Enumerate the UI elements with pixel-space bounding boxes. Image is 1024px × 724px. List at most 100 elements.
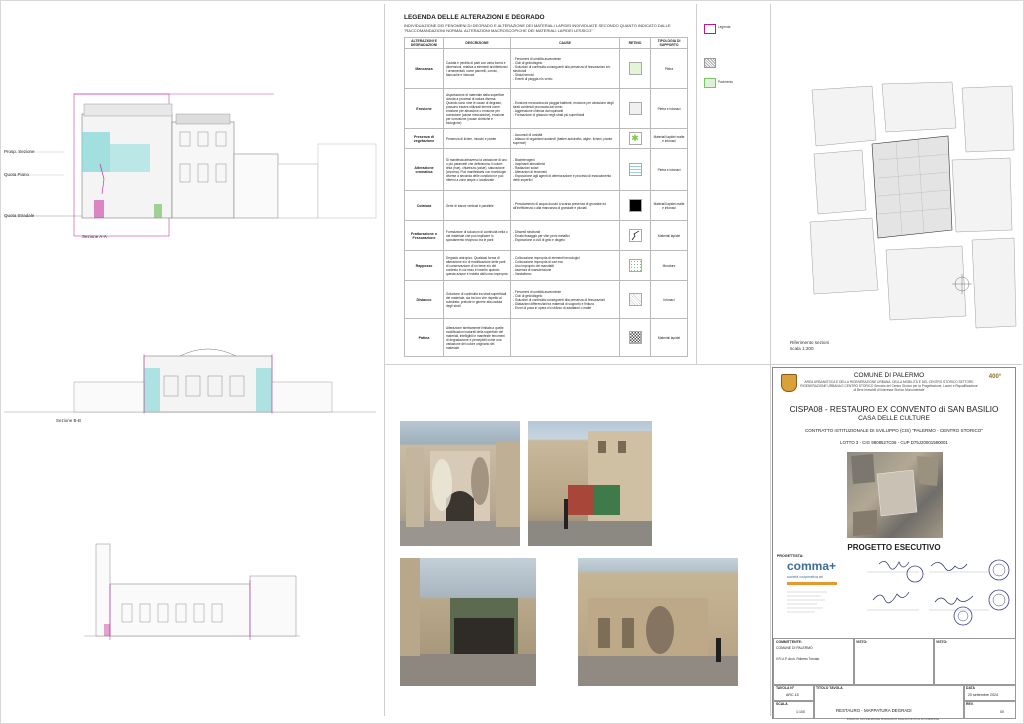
data-label: DATA — [966, 686, 975, 690]
hatch-pattern-swatch — [628, 162, 642, 176]
firm-logo-sub: società cooperativa arl — [787, 575, 823, 579]
legend-causes: - Fenomeni di umidità ascendente - Cicli… — [510, 280, 620, 319]
visto-cell: VISTO: — [853, 638, 935, 686]
legend-header: DESCRIZIONE — [443, 37, 511, 49]
legend-row: Distacco Soluzione di continuità tra stra… — [404, 280, 688, 319]
legend-pattern-cell — [619, 280, 651, 319]
project-subtitle: CASA DELLE CULTURE — [858, 415, 930, 422]
area-description: AREA URBANISTICA E DELLA RIGENERAZIONE U… — [800, 380, 978, 392]
data-value: 20 settembre 2024 — [968, 693, 998, 697]
photo-courtyard-2 — [528, 421, 652, 546]
rup-value: Il R.U.P. Arch. Roberto Tornato — [776, 657, 820, 661]
project-phase: PROGETTO ESECUTIVO — [847, 543, 941, 552]
legend-alteration-name: Patina — [404, 318, 444, 357]
legend-pattern-cell — [619, 88, 651, 129]
legend-support-type: Materiali lapidei — [650, 220, 688, 251]
section-bb-label: Sezione B-B — [56, 418, 82, 423]
legend-alteration-name: Fratturazione o Fessurazione — [404, 220, 444, 251]
section-cc-drawing — [84, 543, 300, 640]
section-aa-drawing — [4, 93, 377, 237]
divider — [770, 4, 771, 716]
legend-support-type: Murature — [650, 250, 688, 281]
committente-label: COMMITTENTE: — [776, 640, 802, 644]
hatch-pattern-swatch — [628, 101, 642, 115]
scala-label: SCALA — [776, 702, 788, 706]
legend-row: Rappezzo Degrado antropico. Qualsiasi for… — [404, 250, 688, 281]
level-label: Prosp. Sezione — [4, 149, 35, 154]
drawings-panel: Prosp. Sezione Quota Piano Quota Stradal… — [4, 4, 380, 716]
progettista-label: PROGETTISTA: — [777, 554, 804, 558]
title-block: 400° COMUNE DI PALERMO AREA URBANISTICA … — [772, 367, 1016, 719]
hatch-pattern-swatch — [628, 330, 642, 344]
comune-title: COMUNE DI PALERMO — [853, 372, 925, 379]
legend-description: Alterazione strettamente limitata a quel… — [443, 318, 511, 357]
site-plan-caption: Riferimento sezioni scala 1:200 — [790, 340, 830, 351]
aerial-photo — [847, 452, 943, 538]
legend-causes: - Accumuli di umidità - Attacco di organ… — [510, 128, 620, 149]
legend-row: Mancanza Caduta e perdita di parti con va… — [404, 48, 688, 89]
lotto-text: LOTTO 3 - CIG 9808527C06 - CUP D75J20001… — [840, 440, 948, 445]
legend-row: Erosione Asportazione di materiale dalla … — [404, 88, 688, 129]
legend-pattern-cell: ✱ — [619, 128, 651, 149]
site-plan-svg — [802, 80, 1018, 332]
firm-credits — [787, 590, 835, 622]
legend-row: Alterazione cromatica Si manifesta attrav… — [404, 148, 688, 191]
anniversary-logo-icon: 400° — [988, 374, 1002, 380]
legend-support-type: Materiali lapidei malte e intonaci — [650, 128, 688, 149]
hatch-pattern-swatch — [628, 198, 642, 212]
signatures-area — [867, 559, 1010, 626]
legend-row: Patina Alterazione strettamente limitata … — [404, 318, 688, 357]
legend-pattern-cell — [619, 250, 651, 281]
legend-description: Soluzione di continuità tra strati super… — [443, 280, 511, 319]
legend-pattern-cell — [619, 190, 651, 221]
firm-logo: comma+ — [787, 559, 837, 573]
legend-title: LEGENDA DELLE ALTERAZIONI E DEGRADO — [404, 14, 545, 21]
legend-panel: LEGENDA DELLE ALTERAZIONI E DEGRADO INDI… — [404, 14, 692, 357]
legend-header: ALTERAZIONI E DEGRADAZIONI — [404, 37, 444, 49]
rev-value: 00 — [1000, 710, 1004, 714]
legend-support-type: Pietra — [650, 48, 688, 89]
site-plan — [802, 80, 1018, 332]
legend-description: Formazione di soluzioni di continuità ne… — [443, 220, 511, 251]
legend-description: Si manifesta attraverso la variazione di… — [443, 148, 511, 191]
mini-legend-label: Pavimento — [718, 80, 734, 84]
legend-causes: - Fenomeni di umidità ascendente - Cicli… — [510, 48, 620, 89]
divider — [384, 364, 1022, 365]
tavola-label: TAVOLA N° — [776, 686, 795, 690]
photo-courtyard-1 — [400, 421, 520, 546]
level-label: Quota Piano — [4, 172, 30, 177]
titolo-value: RESTAURO - MAPPATURA DEGRADI — [836, 708, 912, 713]
hatch-pattern-swatch — [628, 258, 642, 272]
legend-alteration-name: Distacco — [404, 280, 444, 319]
firm-logo-bar — [787, 582, 837, 585]
legend-swatch — [704, 24, 716, 34]
footer-text: PIANO DI SOVVENZIONE FINANZIATO DALLA PO… — [846, 717, 940, 721]
legend-support-type: Intonaci — [650, 280, 688, 319]
legend-row: Fratturazione o Fessurazione Formazione d… — [404, 220, 688, 251]
legend-description: Presenza di lichen, muschi e piante — [443, 128, 511, 149]
legend-alteration-name: Alterazione cromatica — [404, 148, 444, 191]
titolo-label: TITOLO TAVOLA — [816, 686, 843, 690]
committente-cell: COMMITTENTE: COMUNE DI PALERMO Il R.U.P.… — [773, 638, 855, 686]
legend-alteration-name: Presenza di vegetazione — [404, 128, 444, 149]
legend-causes: - Erosione meccanica da pioggia battente… — [510, 88, 620, 129]
legend-support-type: Pietra e intonaci — [650, 88, 688, 129]
legend-pattern-cell — [619, 318, 651, 357]
legend-description: Asportazione di materiale dalla superfic… — [443, 88, 511, 129]
coat-of-arms-icon — [781, 374, 797, 392]
legend-pattern-cell — [619, 220, 651, 251]
legend-row: Presenza di vegetazione Presenza di liche… — [404, 128, 688, 149]
hatch-pattern-swatch — [628, 229, 642, 242]
level-label: Quota Stradale — [4, 213, 35, 218]
mini-legend-label: Legenda — [718, 25, 731, 29]
photo-courtyard-4 — [578, 558, 738, 686]
legend-support-type: Materiali lapidei malte e intonaci — [650, 190, 688, 221]
legend-description: Serie di tracce verticali e parallele — [443, 190, 511, 221]
legend-swatch — [704, 78, 716, 88]
legend-pattern-cell — [619, 48, 651, 89]
legend-causes: - Dissesti strutturali - Errato fissaggi… — [510, 220, 620, 251]
titolo-cell: TITOLO TAVOLA RESTAURO - MAPPATURA DEGRA… — [813, 684, 965, 719]
visto-label: VISTO: — [856, 640, 868, 644]
legend-description: Caduta e perdita di parti con varia form… — [443, 48, 511, 89]
divider — [696, 4, 697, 364]
